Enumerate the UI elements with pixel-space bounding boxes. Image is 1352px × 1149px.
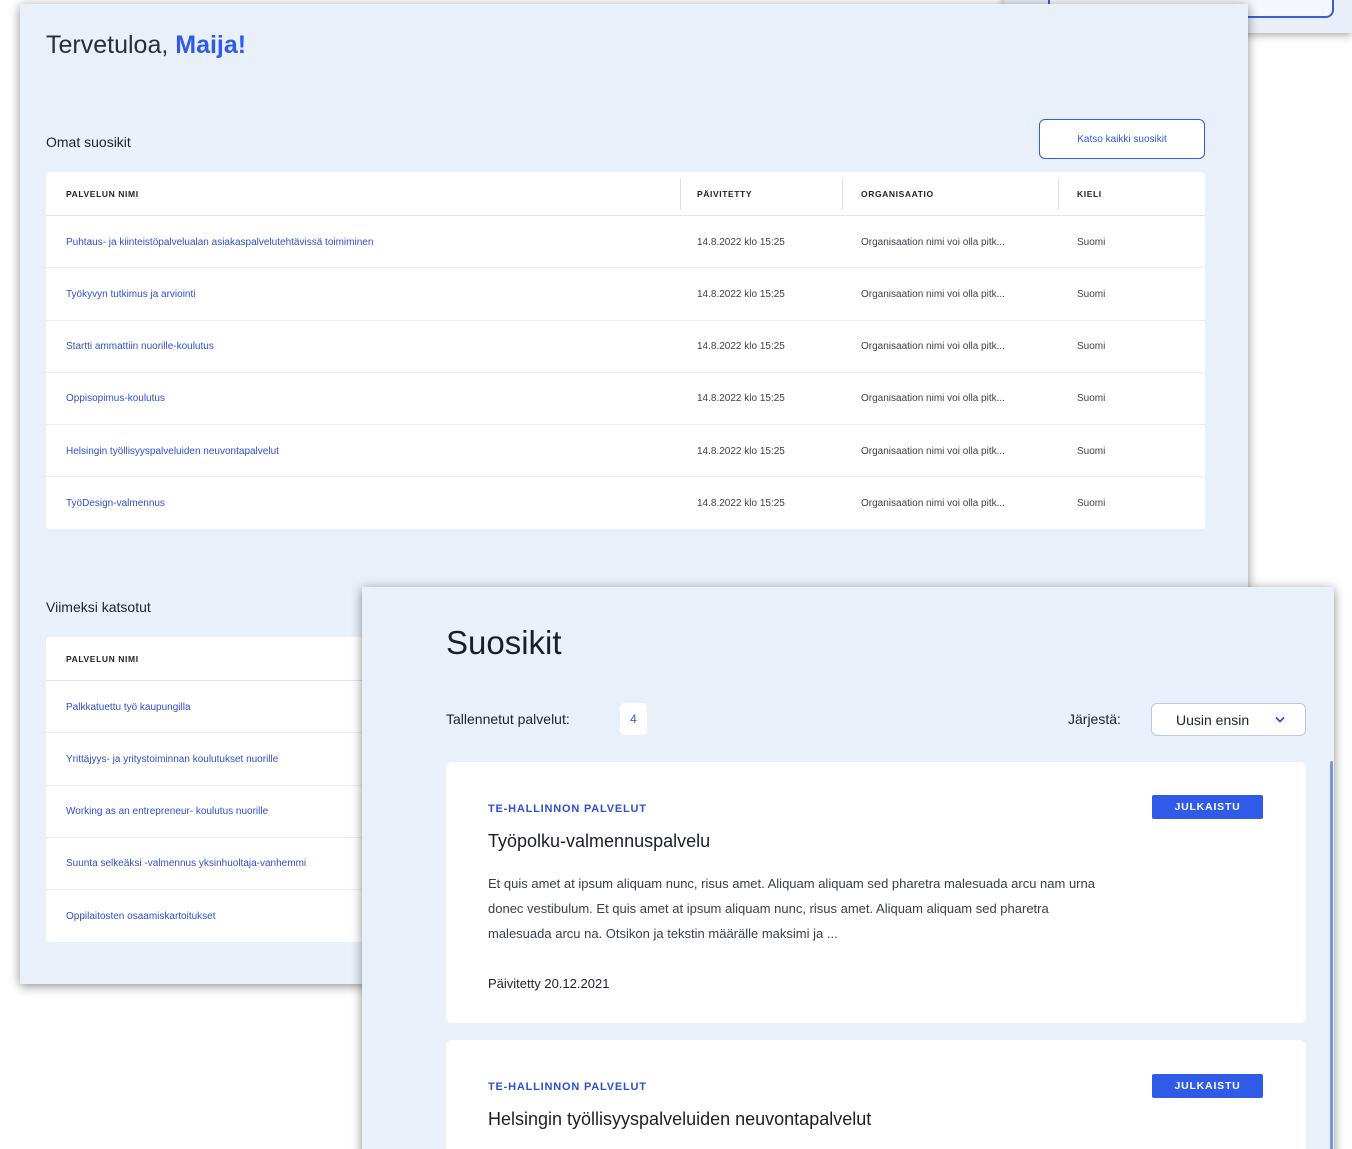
- table-row[interactable]: Yrittäjyys- ja yritystoiminnan koulutuks…: [46, 733, 376, 786]
- column-divider: [842, 178, 843, 210]
- cell-updated: 14.8.2022 klo 15:25: [697, 497, 785, 509]
- saved-count-badge: 4: [620, 703, 647, 735]
- welcome-user-name: Maija!: [175, 31, 247, 59]
- sort-dropdown[interactable]: Uusin ensin: [1151, 703, 1306, 736]
- cell-organisation: Organisaation nimi voi olla pitk...: [861, 236, 1005, 248]
- cell-language: Suomi: [1077, 236, 1106, 248]
- status-badge: JULKAISTU: [1152, 795, 1263, 819]
- table-row[interactable]: TyöDesign-valmennus 14.8.2022 klo 15:25 Or…: [46, 477, 1205, 529]
- table-row[interactable]: Helsingin työllisyyspalveluiden neuvonta…: [46, 425, 1205, 478]
- cell-updated: 14.8.2022 klo 15:25: [697, 236, 785, 248]
- cell-organisation: Organisaation nimi voi olla pitk...: [861, 445, 1005, 457]
- cell-language: Suomi: [1077, 497, 1106, 509]
- cell-updated: 14.8.2022 klo 15:25: [697, 393, 785, 405]
- sort-label: Järjestä:: [1068, 711, 1121, 727]
- table-row[interactable]: Working as an entrepreneur- koulutus nuo…: [46, 786, 376, 838]
- sort-dropdown-value: Uusin ensin: [1176, 711, 1250, 728]
- cell-service-name[interactable]: Yrittäjyys- ja yritystoiminnan koulutuks…: [66, 733, 376, 785]
- cell-service-name[interactable]: Oppilaitosten osaamiskartoitukset: [66, 890, 376, 942]
- table-row[interactable]: Puhtaus- ja kiinteistöpalvelualan asiaka…: [46, 216, 1205, 269]
- card-organisation: TE-HALLINNON PALVELUT: [488, 1081, 647, 1093]
- column-header-service-name[interactable]: PALVELUN NIMI: [66, 637, 139, 681]
- recent-table-header: PALVELUN NIMI: [46, 637, 376, 681]
- recent-table: PALVELUN NIMI Palkkatuettu työ kaupungil…: [46, 637, 376, 942]
- cell-service-name[interactable]: Puhtaus- ja kiinteistöpalvelualan asiaka…: [66, 216, 666, 268]
- view-all-favorites-button[interactable]: Katso kaikki suosikit: [1039, 119, 1205, 159]
- cell-service-name[interactable]: Työkyvyn tutkimus ja arviointi: [66, 268, 666, 320]
- cell-language: Suomi: [1077, 445, 1106, 457]
- status-badge: JULKAISTU: [1152, 1074, 1263, 1098]
- column-header-service-name[interactable]: PALVELUN NIMI: [66, 172, 139, 216]
- cell-organisation: Organisaation nimi voi olla pitk...: [861, 341, 1005, 353]
- column-divider: [680, 178, 681, 210]
- recent-section-title: Viimeksi katsotut: [46, 599, 151, 615]
- cell-updated: 14.8.2022 klo 15:25: [697, 341, 785, 353]
- welcome-greeting: Tervetuloa,: [46, 31, 169, 59]
- table-row[interactable]: Työkyvyn tutkimus ja arviointi 14.8.2022 …: [46, 268, 1205, 321]
- column-header-organisation[interactable]: ORGANISAATIO: [861, 172, 934, 216]
- cell-service-name[interactable]: Palkkatuettu työ kaupungilla: [66, 681, 376, 733]
- cell-service-name[interactable]: Oppisopimus-koulutus: [66, 373, 666, 425]
- column-header-updated[interactable]: PÄIVITETTY: [697, 172, 752, 216]
- chevron-down-icon: [1275, 717, 1285, 723]
- favorites-table-header: PALVELUN NIMI PÄIVITETTY ORGANISAATIO KI…: [46, 172, 1205, 216]
- cell-updated: 14.8.2022 klo 15:25: [697, 445, 785, 457]
- page-title: Suosikit: [446, 624, 562, 661]
- table-row[interactable]: Oppilaitosten osaamiskartoitukset: [46, 890, 376, 942]
- cell-organisation: Organisaation nimi voi olla pitk...: [861, 393, 1005, 405]
- cell-service-name[interactable]: Startti ammattiin nuorille-koulutus: [66, 321, 666, 373]
- saved-services-label: Tallennetut palvelut:: [446, 711, 570, 727]
- favorites-page-window: Suosikit Tallennetut palvelut: 4 Järjest…: [362, 587, 1334, 1149]
- card-title[interactable]: Työpolku-valmennuspalvelu: [488, 831, 710, 852]
- table-row[interactable]: Palkkatuettu työ kaupungilla: [46, 681, 376, 734]
- card-updated-date: Päivitetty 20.12.2021: [488, 976, 610, 991]
- page-scrollbar[interactable]: [1330, 761, 1333, 1149]
- table-row[interactable]: Oppisopimus-koulutus 14.8.2022 klo 15:25 O…: [46, 373, 1205, 426]
- table-row[interactable]: Startti ammattiin nuorille-koulutus 14.8.…: [46, 321, 1205, 373]
- cell-updated: 14.8.2022 klo 15:25: [697, 288, 785, 300]
- cell-organisation: Organisaation nimi voi olla pitk...: [861, 497, 1005, 509]
- cell-language: Suomi: [1077, 288, 1106, 300]
- cell-service-name[interactable]: Working as an entrepreneur- koulutus nuo…: [66, 786, 376, 838]
- favorites-section-title: Omat suosikit: [46, 134, 131, 150]
- table-row[interactable]: Suunta selkeäksi -valmennus yksinhuoltaj…: [46, 838, 376, 891]
- cell-language: Suomi: [1077, 341, 1106, 353]
- recent-table-body: Palkkatuettu työ kaupungilla Yrittäjyys- …: [46, 681, 376, 942]
- cell-language: Suomi: [1077, 393, 1106, 405]
- column-header-language[interactable]: KIELI: [1077, 172, 1102, 216]
- welcome-heading: Tervetuloa, Maija!: [46, 31, 246, 60]
- service-card[interactable]: TE-HALLINNON PALVELUT JULKAISTU Työpolku…: [446, 762, 1306, 1023]
- card-title[interactable]: Helsingin työllisyyspalveluiden neuvonta…: [488, 1109, 871, 1130]
- cell-organisation: Organisaation nimi voi olla pitk...: [861, 288, 1005, 300]
- favorites-table: PALVELUN NIMI PÄIVITETTY ORGANISAATIO KI…: [46, 172, 1205, 529]
- cell-service-name[interactable]: Helsingin työllisyyspalveluiden neuvonta…: [66, 425, 666, 477]
- favorites-table-body: Puhtaus- ja kiinteistöpalvelualan asiaka…: [46, 216, 1205, 529]
- screenshot-stage: Tervetuloa, Maija! Omat suosikit Katso k…: [0, 0, 1352, 1149]
- column-divider: [1058, 178, 1059, 210]
- cell-service-name[interactable]: TyöDesign-valmennus: [66, 477, 666, 529]
- card-description: Et quis amet at ipsum aliquam nunc, risu…: [488, 876, 1095, 941]
- card-organisation: TE-HALLINNON PALVELUT: [488, 803, 647, 815]
- cell-service-name[interactable]: Suunta selkeäksi -valmennus yksinhuoltaj…: [66, 838, 376, 890]
- service-card[interactable]: TE-HALLINNON PALVELUT JULKAISTU Helsingi…: [446, 1040, 1306, 1149]
